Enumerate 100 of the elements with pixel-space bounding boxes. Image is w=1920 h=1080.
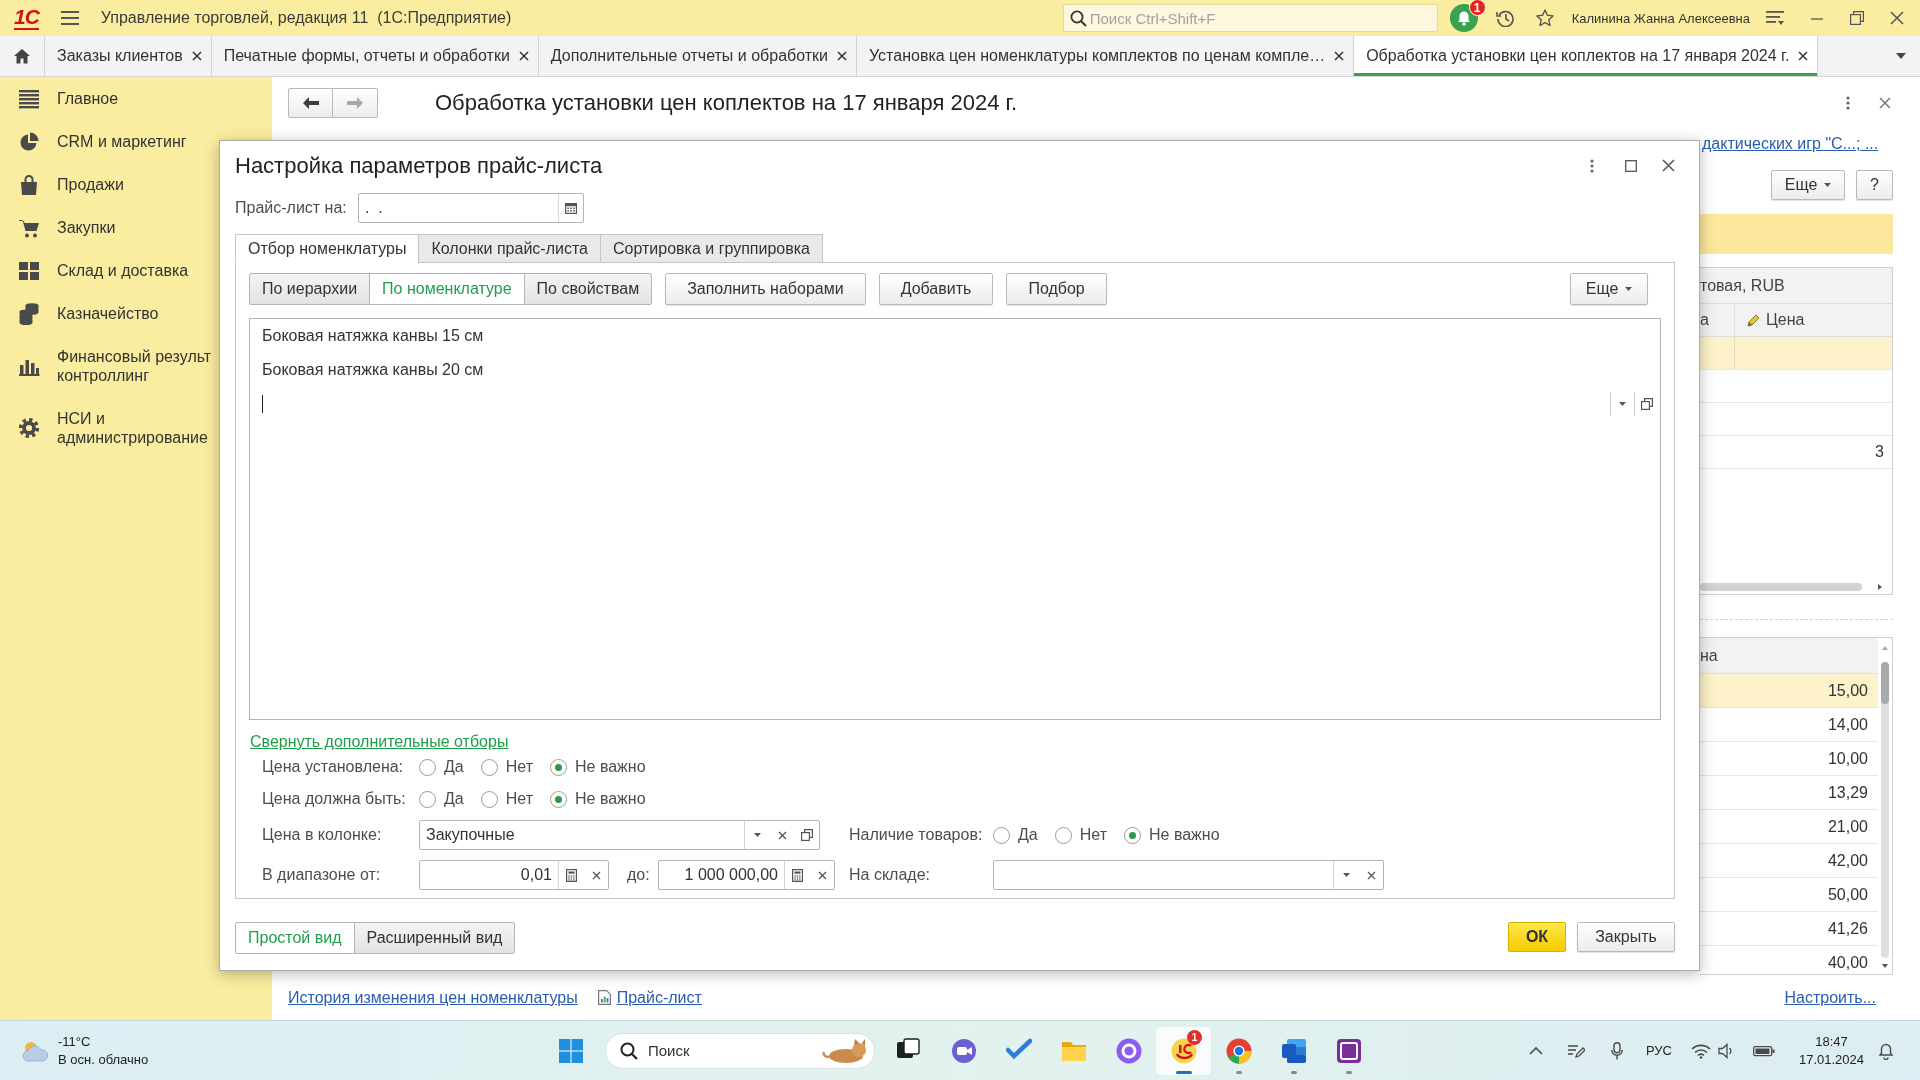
view-toggle-button[interactable]: Простой вид [235, 922, 355, 954]
tab[interactable]: Обработка установки цен коплектов на 17 января 2024 г. [1354, 36, 1819, 76]
ok-button[interactable]: ОК [1508, 922, 1566, 952]
menu-icon[interactable] [1766, 10, 1784, 26]
filter-mode-button[interactable]: По свойствам [523, 273, 653, 305]
column-header[interactable]: на [1700, 638, 1878, 673]
option-label[interactable]: Да [444, 758, 464, 776]
filter-mode-button[interactable]: По иерархии [249, 273, 371, 305]
grid-icon [18, 259, 40, 282]
option-label[interactable]: Не важно [1149, 826, 1220, 844]
toolbar-button[interactable]: Подбор [1006, 273, 1107, 305]
kebab-menu-icon[interactable] [1846, 95, 1850, 110]
close-icon[interactable] [518, 51, 529, 61]
star-icon[interactable] [1535, 9, 1554, 27]
tab[interactable]: Колонки прайс-листа [418, 234, 601, 263]
footer-link[interactable]: Прайс-лист [616, 988, 702, 1007]
sidebar-item[interactable]: Главное [0, 77, 215, 120]
filter-mode-button[interactable]: По номенклатуре [369, 273, 525, 305]
option-label[interactable]: Да [1018, 826, 1038, 844]
kebab-menu-icon[interactable] [1590, 158, 1594, 173]
language-indicator[interactable]: РУС [1645, 1042, 1672, 1059]
tab[interactable]: Сортировка и группировка [600, 234, 823, 263]
taskbar-search-field[interactable]: Поиск [605, 1032, 875, 1069]
search-icon [620, 1041, 638, 1060]
tab[interactable]: Печатные формы, отчеты и обработки [211, 36, 539, 76]
option-label[interactable]: Да [444, 790, 464, 808]
radio-button[interactable] [550, 790, 567, 808]
close-icon[interactable] [1334, 51, 1345, 61]
radio-button[interactable] [419, 758, 436, 776]
report-icon [597, 990, 611, 1005]
close-button[interactable]: Закрыть [1577, 922, 1675, 952]
list-item[interactable]: Боковая натяжка канвы 15 см [250, 319, 484, 353]
document-link[interactable]: дактических игр "С...; ... [1702, 135, 1879, 153]
user-name[interactable]: Калинина Жанна Алексеевна [1571, 10, 1750, 26]
clear-icon [817, 870, 827, 880]
list-item[interactable]: Боковая натяжка канвы 20 см [250, 353, 484, 387]
tab[interactable]: Дополнительные отчеты и обработки [538, 36, 857, 76]
option-label[interactable]: Нет [505, 790, 533, 808]
more-button[interactable]: Еще [1771, 170, 1845, 200]
clock-date[interactable]: 17.01.2024 [1798, 1051, 1865, 1068]
caret-icon [1619, 402, 1626, 406]
option-label[interactable]: Нет [1079, 826, 1107, 844]
tab[interactable]: Заказы клиентов [45, 36, 212, 76]
radio-button[interactable] [993, 826, 1010, 844]
sidebar-item[interactable]: Финансовый результ контроллинг [0, 335, 215, 397]
sidebar-item[interactable]: Продажи [0, 163, 215, 206]
option-label[interactable]: Не важно [575, 790, 646, 808]
speaker-icon[interactable] [1718, 1042, 1734, 1059]
close-icon[interactable] [191, 51, 202, 61]
sidebar-item[interactable]: CRM и маркетинг [0, 120, 215, 163]
menu-icon[interactable] [60, 11, 79, 25]
sidebar-item[interactable]: Казначейство [0, 292, 215, 335]
sidebar-item[interactable]: НСИ и администрирование [0, 397, 215, 459]
toolbar-button[interactable]: Добавить [878, 273, 994, 305]
date-field[interactable]: . . [358, 193, 584, 223]
sidebar-item[interactable]: Закупки [0, 206, 215, 249]
view-toggle-button[interactable]: Расширенный вид [353, 922, 516, 954]
help-button[interactable]: ? [1856, 170, 1893, 200]
battery-icon[interactable] [1753, 1043, 1775, 1058]
radio-button[interactable] [480, 758, 498, 776]
radio-button[interactable] [550, 758, 567, 776]
more-button[interactable]: Еще [1570, 273, 1648, 305]
clock-time[interactable]: 18:47 [1815, 1033, 1848, 1050]
bell-icon[interactable] [1878, 1041, 1894, 1060]
close-icon[interactable] [1662, 159, 1675, 172]
radio-button[interactable] [1124, 826, 1141, 844]
pen-icon[interactable] [1566, 1042, 1585, 1059]
close-icon[interactable] [1798, 51, 1809, 61]
column-header[interactable]: Цена [1735, 304, 1892, 336]
toolbar-button[interactable]: Заполнить наборами [665, 273, 866, 305]
radio-button[interactable] [419, 790, 436, 808]
close-icon[interactable] [837, 51, 847, 61]
maximize-icon[interactable] [1625, 159, 1637, 172]
sidebar-item[interactable]: Склад и доставка [0, 249, 215, 292]
tab[interactable]: Отбор номенклатуры [235, 234, 420, 264]
restore-icon[interactable] [1850, 11, 1864, 25]
range-from-field[interactable]: 0,01 [419, 860, 609, 890]
warehouse-field[interactable] [993, 860, 1384, 890]
taskbar-app-button[interactable]: 1 [1156, 1026, 1211, 1075]
footer-link[interactable]: История изменения цен номенклатуры [288, 988, 578, 1007]
close-icon[interactable] [1890, 11, 1904, 25]
settings-link[interactable]: Настроить... [1784, 988, 1876, 1007]
clear-icon [1366, 870, 1376, 880]
radio-button[interactable] [1054, 826, 1072, 844]
option-label[interactable]: Нет [505, 758, 533, 776]
wifi-icon[interactable] [1691, 1042, 1711, 1059]
range-to-field[interactable]: 1 000 000,00 [658, 860, 835, 890]
app-logo[interactable]: 1С [14, 6, 39, 30]
radio-button[interactable] [480, 790, 498, 808]
microphone-icon[interactable] [1610, 1041, 1623, 1060]
temperature: -11°C [58, 1033, 92, 1050]
table-row[interactable]: 15,00 [1700, 674, 1878, 708]
app-title: Управление торговлей, редакция 11 (1С:Предприятие) [100, 9, 512, 27]
field-label: Цена в колонке: [262, 826, 383, 844]
option-label[interactable]: Не важно [575, 758, 646, 776]
back-button[interactable] [288, 87, 333, 118]
chevron-up-icon[interactable] [1528, 1046, 1543, 1055]
history-icon[interactable] [1495, 9, 1514, 27]
price-column-field[interactable]: Закупочные [419, 820, 820, 850]
bell-icon[interactable] [1449, 4, 1478, 32]
